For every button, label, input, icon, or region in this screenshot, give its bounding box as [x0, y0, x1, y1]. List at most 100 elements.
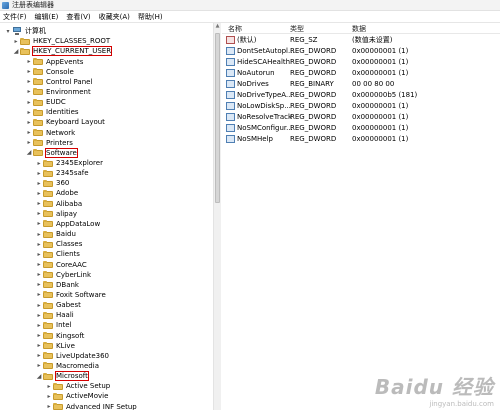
- expand-arrow-icon[interactable]: ▸: [45, 393, 53, 400]
- tree-item[interactable]: ▸ Alibaba: [35, 199, 82, 209]
- tree-item[interactable]: ▸ alipay: [35, 209, 77, 219]
- column-header-type[interactable]: 类型: [290, 24, 304, 34]
- collapse-arrow-icon[interactable]: ▾: [4, 28, 12, 35]
- expand-arrow-icon[interactable]: ▸: [35, 352, 43, 359]
- column-header-name[interactable]: 名称: [228, 24, 242, 34]
- value-row[interactable]: NoDriveTypeA... REG_DWORD 0x000000b5 (181): [222, 90, 500, 100]
- value-row[interactable]: NoAutorun REG_DWORD 0x00000001 (1): [222, 68, 500, 78]
- tree-item[interactable]: ▸ Identities: [25, 107, 78, 117]
- expand-arrow-icon[interactable]: ▸: [35, 200, 43, 207]
- value-row[interactable]: (默认) REG_SZ (数值未设置): [222, 35, 500, 45]
- expand-arrow-icon[interactable]: ▸: [25, 58, 33, 65]
- tree-item-software[interactable]: ◢ Software: [25, 147, 78, 158]
- expand-arrow-icon[interactable]: ▸: [35, 312, 43, 319]
- tree-item[interactable]: ▸ 360: [35, 178, 69, 188]
- tree-item[interactable]: ▸ Active Setup: [45, 381, 110, 391]
- tree-item[interactable]: ▸ LiveUpdate360: [35, 351, 109, 361]
- value-row[interactable]: NoSMHelp REG_DWORD 0x00000001 (1): [222, 134, 500, 144]
- tree-item[interactable]: ▸ CyberLink: [35, 270, 91, 280]
- menu-help[interactable]: 帮助(H): [134, 12, 167, 22]
- tree-item[interactable]: ▸ Gabest: [35, 300, 80, 310]
- expand-arrow-icon[interactable]: ▸: [35, 210, 43, 217]
- tree-item[interactable]: ▸ AppDataLow: [35, 219, 100, 229]
- expand-arrow-icon[interactable]: ▸: [25, 68, 33, 75]
- tree-item-hkey-current-user[interactable]: ◢ HKEY_CURRENT_USER: [12, 46, 113, 57]
- tree-item[interactable]: ▸ Advanced INF Setup: [45, 402, 137, 410]
- tree-item[interactable]: ▸ Intel: [35, 320, 71, 330]
- tree-item[interactable]: ▸ Classes: [35, 239, 82, 249]
- expand-arrow-icon[interactable]: ▸: [25, 129, 33, 136]
- value-row[interactable]: HideSCAHealth REG_DWORD 0x00000001 (1): [222, 57, 500, 67]
- expand-arrow-icon[interactable]: ▸: [35, 220, 43, 227]
- expand-arrow-icon[interactable]: ▸: [35, 231, 43, 238]
- scroll-up-arrow-icon[interactable]: ▲: [214, 23, 221, 30]
- tree-item[interactable]: ▸ 2345safe: [35, 168, 88, 178]
- expand-arrow-icon[interactable]: ▸: [35, 170, 43, 177]
- menu-edit[interactable]: 编辑(E): [31, 12, 63, 22]
- tree-item[interactable]: ▸ Kingsoft: [35, 331, 84, 341]
- tree-item[interactable]: ▸ CoreAAC: [35, 260, 86, 270]
- registry-tree[interactable]: ▾ 计算机 ▸ HKEY_CLASSES_ROOT ◢ HKEY_CURRENT_USER…: [0, 23, 214, 410]
- tree-item[interactable]: ▸ Clients: [35, 249, 79, 259]
- value-row[interactable]: NoLowDiskSp... REG_DWORD 0x00000001 (1): [222, 101, 500, 111]
- expand-arrow-icon[interactable]: ▸: [35, 322, 43, 329]
- value-row[interactable]: DontSetAutopl... REG_DWORD 0x00000001 (1): [222, 46, 500, 56]
- tree-item[interactable]: ▸ ActiveMovie: [45, 391, 108, 401]
- expand-arrow-icon[interactable]: ▸: [25, 88, 33, 95]
- tree-item[interactable]: ▸ Network: [25, 128, 75, 138]
- tree-item[interactable]: ▸ Haali: [35, 310, 73, 320]
- expand-arrow-icon[interactable]: ▸: [35, 190, 43, 197]
- tree-item[interactable]: ▸ AppEvents: [25, 57, 83, 67]
- expand-arrow-icon[interactable]: ▸: [35, 291, 43, 298]
- expand-arrow-icon[interactable]: ▸: [35, 261, 43, 268]
- expand-arrow-icon[interactable]: ▸: [35, 362, 43, 369]
- value-type: REG_DWORD: [290, 58, 337, 66]
- tree-item[interactable]: ▸ DBank: [35, 280, 79, 290]
- folder-icon: [43, 169, 53, 177]
- value-row[interactable]: NoSMConfigur... REG_DWORD 0x00000001 (1): [222, 123, 500, 133]
- collapse-arrow-icon[interactable]: ◢: [12, 48, 20, 55]
- tree-item[interactable]: ▸ Foxit Software: [35, 290, 105, 300]
- expand-arrow-icon[interactable]: ▸: [35, 160, 43, 167]
- value-row[interactable]: NoResolveTrack REG_DWORD 0x00000001 (1): [222, 112, 500, 122]
- expand-arrow-icon[interactable]: ▸: [25, 99, 33, 106]
- expand-arrow-icon[interactable]: ▸: [25, 119, 33, 126]
- tree-item[interactable]: ▸ Printers: [25, 138, 72, 148]
- tree-item[interactable]: ▸ Macromedia: [35, 361, 99, 371]
- collapse-arrow-icon[interactable]: ◢: [35, 373, 43, 380]
- tree-scrollbar[interactable]: ▲: [213, 23, 221, 410]
- tree-item[interactable]: ▸ Environment: [25, 87, 90, 97]
- expand-arrow-icon[interactable]: ▸: [35, 241, 43, 248]
- menu-favorites[interactable]: 收藏夹(A): [95, 12, 134, 22]
- expand-arrow-icon[interactable]: ▸: [35, 180, 43, 187]
- expand-arrow-icon[interactable]: ▸: [35, 281, 43, 288]
- collapse-arrow-icon[interactable]: ◢: [25, 149, 33, 156]
- tree-item[interactable]: ▸ Console: [25, 67, 73, 77]
- expand-arrow-icon[interactable]: ▸: [35, 251, 43, 258]
- tree-item-computer[interactable]: ▾ 计算机: [4, 26, 46, 36]
- expand-arrow-icon[interactable]: ▸: [35, 271, 43, 278]
- tree-item[interactable]: ▸ KLive: [35, 341, 74, 351]
- expand-arrow-icon[interactable]: ▸: [25, 139, 33, 146]
- expand-arrow-icon[interactable]: ▸: [35, 342, 43, 349]
- menu-view[interactable]: 查看(V): [62, 12, 94, 22]
- expand-arrow-icon[interactable]: ▸: [35, 332, 43, 339]
- menu-file[interactable]: 文件(F): [0, 12, 31, 22]
- tree-item[interactable]: ▸ Control Panel: [25, 77, 92, 87]
- tree-item[interactable]: ▸ EUDC: [25, 97, 65, 107]
- scroll-thumb[interactable]: [215, 33, 220, 203]
- tree-item[interactable]: ▸ Baidu: [35, 229, 75, 239]
- expand-arrow-icon[interactable]: ▸: [25, 78, 33, 85]
- tree-item[interactable]: ▸ Adobe: [35, 188, 78, 198]
- value-row[interactable]: NoDrives REG_BINARY 00 00 80 00: [222, 79, 500, 89]
- expand-arrow-icon[interactable]: ▸: [25, 109, 33, 116]
- tree-item-microsoft[interactable]: ◢ Microsoft: [35, 371, 89, 382]
- column-header-data[interactable]: 数据: [352, 24, 366, 34]
- expand-arrow-icon[interactable]: ▸: [12, 38, 20, 45]
- expand-arrow-icon[interactable]: ▸: [35, 302, 43, 309]
- tree-item-hkey-classes-root[interactable]: ▸ HKEY_CLASSES_ROOT: [12, 36, 110, 46]
- expand-arrow-icon[interactable]: ▸: [45, 403, 53, 410]
- expand-arrow-icon[interactable]: ▸: [45, 383, 53, 390]
- tree-item[interactable]: ▸ 2345Explorer: [35, 158, 102, 168]
- tree-item[interactable]: ▸ Keyboard Layout: [25, 117, 104, 127]
